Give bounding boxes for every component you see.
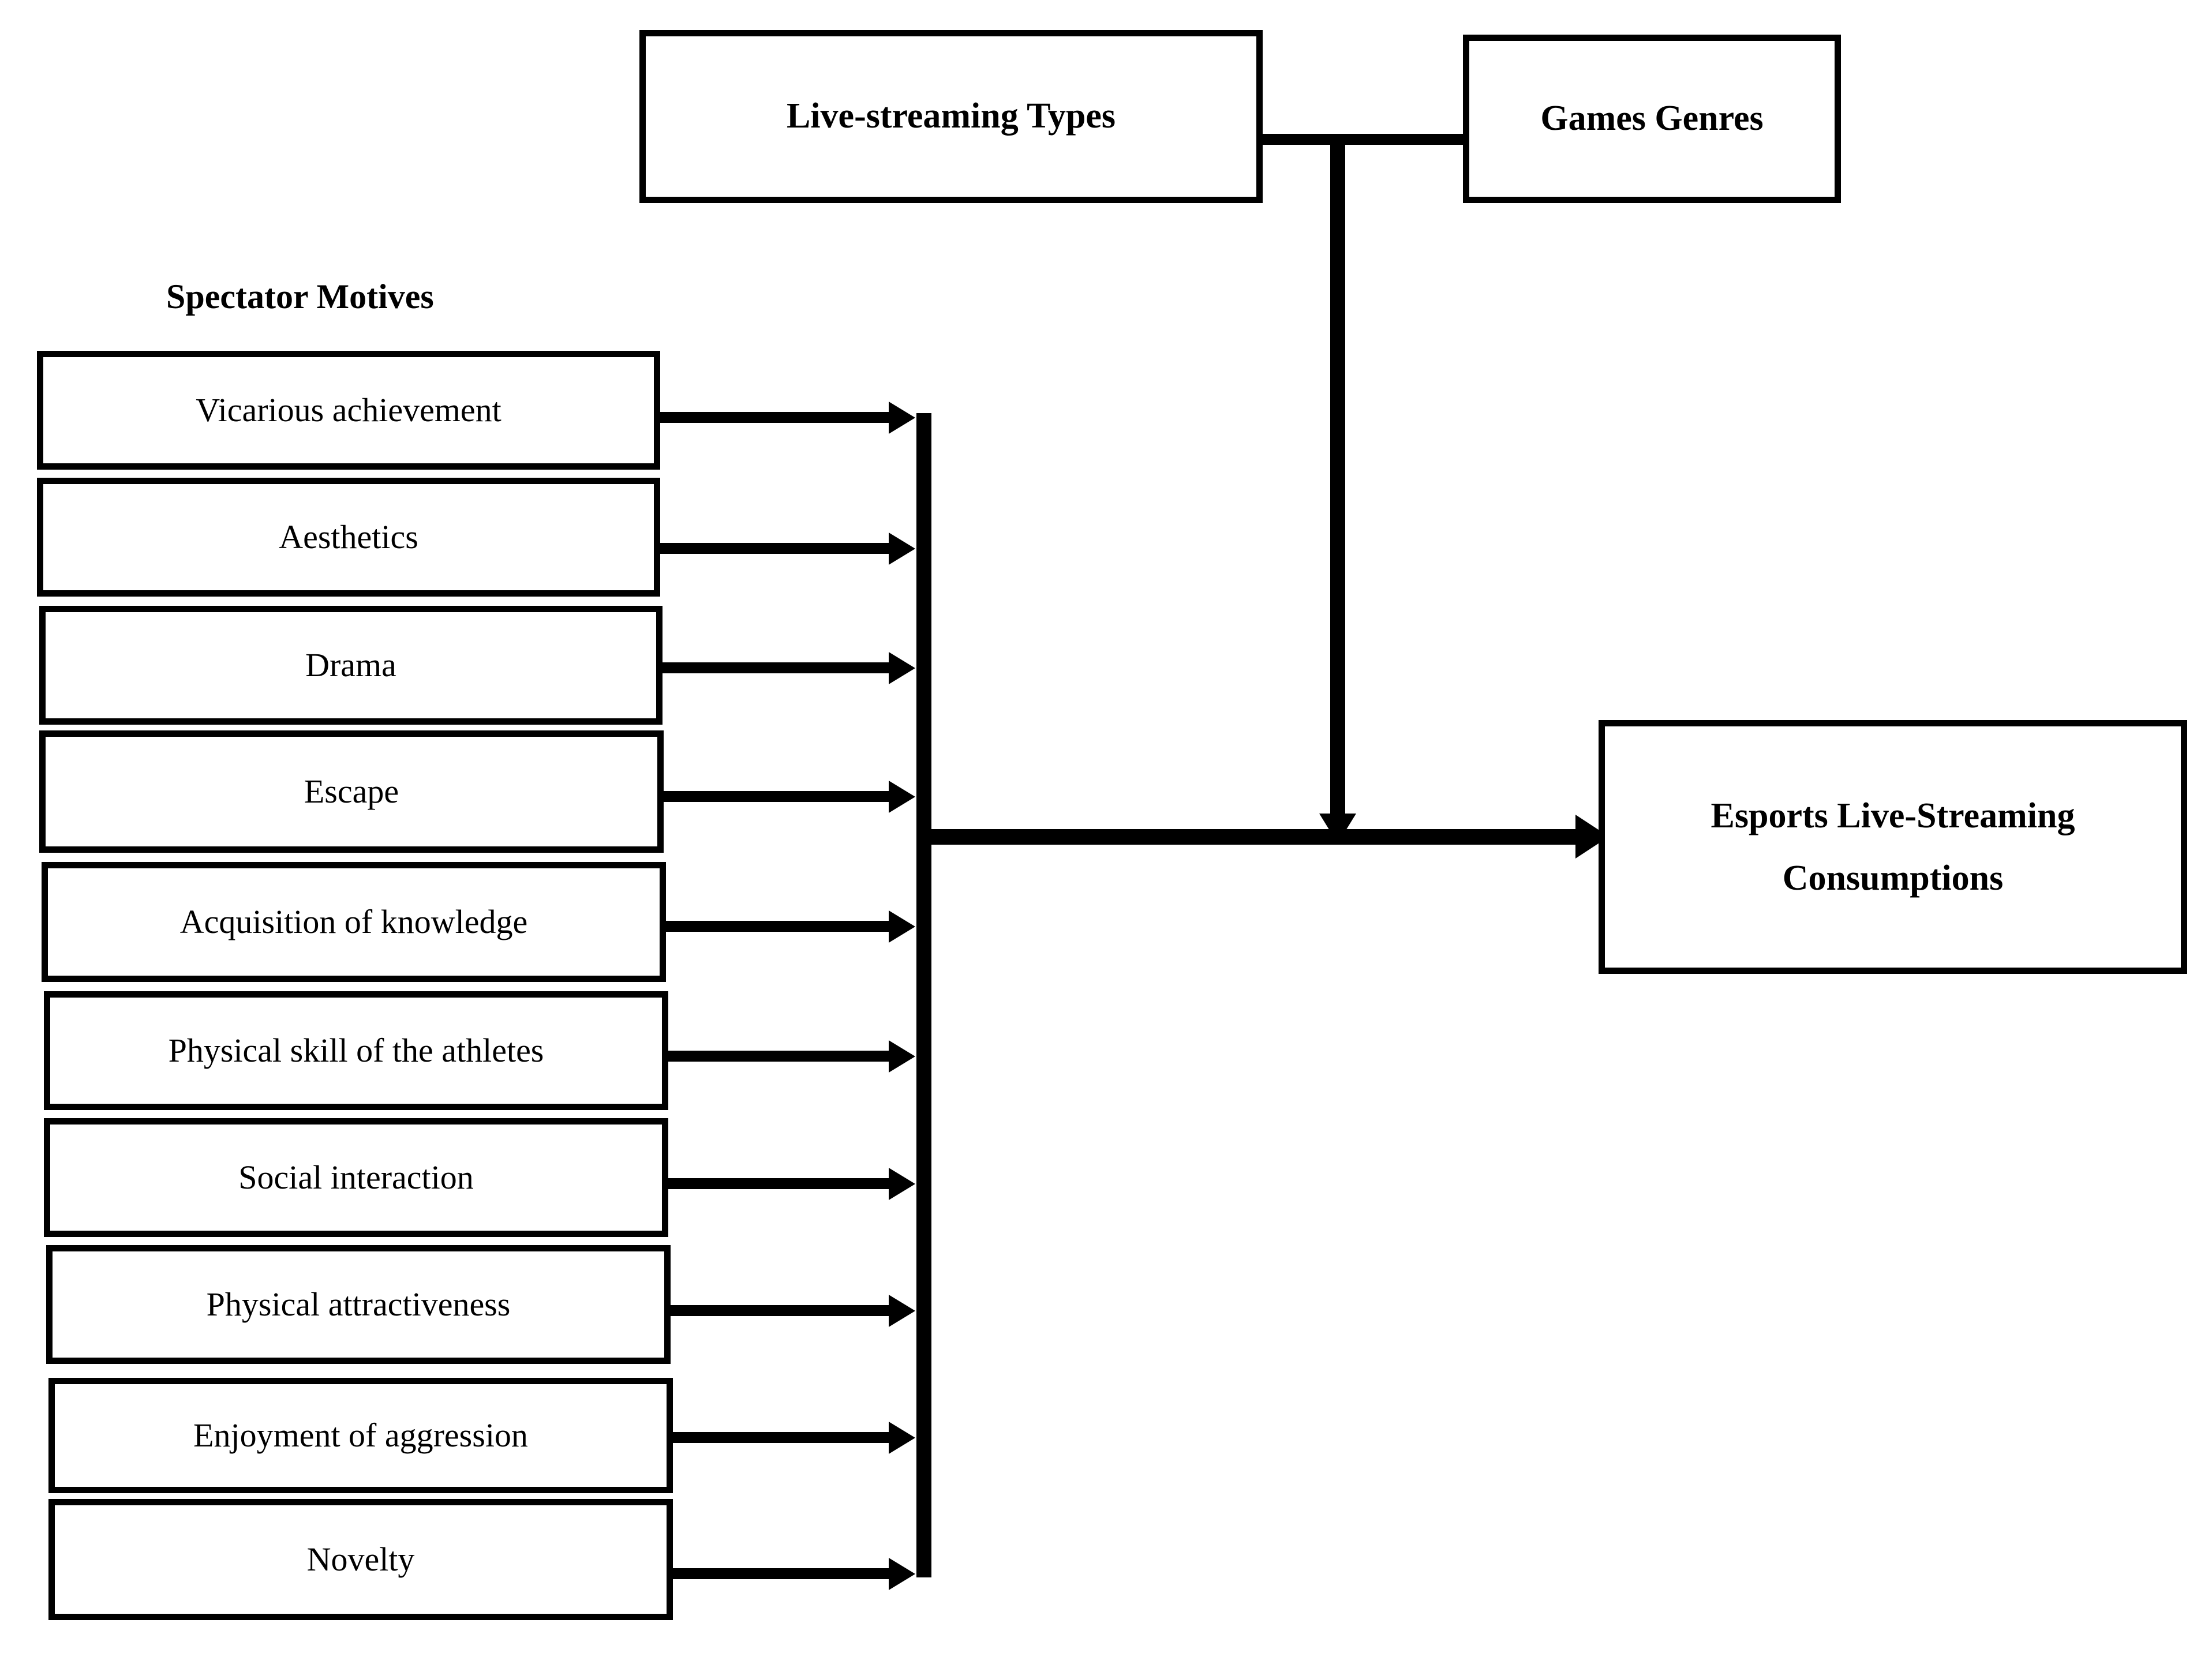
node-novelty-label: Novelty [306, 1540, 415, 1578]
node-social-interaction[interactable]: Social interaction [44, 1118, 668, 1237]
arrow-line-physical-attractiveness [671, 1305, 890, 1316]
spectator-motives-caption: Spectator Motives [166, 278, 434, 316]
node-vicarious-achievement-label: Vicarious achievement [196, 391, 501, 429]
arrow-head-social-interaction-icon [889, 1168, 915, 1200]
arrow-head-drama-icon [889, 652, 915, 684]
arrow-head-enjoyment-of-aggression-icon [889, 1422, 915, 1454]
arrow-line-to-outcome [927, 829, 1578, 845]
arrow-line-aesthetics [660, 543, 890, 554]
node-physical-attractiveness[interactable]: Physical attractiveness [46, 1245, 671, 1364]
diagram-canvas: Live-streaming Types Games Genres Specta… [0, 0, 2212, 1653]
arrow-line-physical-skill-of-the-athletes [668, 1051, 890, 1062]
connector-top-horizontal [1257, 134, 1468, 145]
arrow-line-drama [663, 662, 890, 673]
node-drama-label: Drama [305, 646, 396, 684]
arrow-line-novelty [673, 1568, 890, 1579]
node-esports-live-streaming-consumptions-label: Esports Live-Streaming Consumptions [1605, 785, 2181, 910]
arrow-line-vicarious-achievement [660, 412, 890, 423]
node-enjoyment-of-aggression[interactable]: Enjoyment of aggression [48, 1378, 673, 1493]
arrow-head-aesthetics-icon [889, 533, 915, 565]
arrow-head-acquisition-of-knowledge-icon [889, 910, 915, 943]
node-social-interaction-label: Social interaction [238, 1158, 474, 1196]
arrow-head-physical-attractiveness-icon [889, 1295, 915, 1327]
outcome-line-1: Esports Live-Streaming [1711, 796, 2075, 835]
arrow-line-acquisition-of-knowledge [666, 921, 890, 932]
node-acquisition-of-knowledge[interactable]: Acquisition of knowledge [42, 862, 666, 982]
node-esports-live-streaming-consumptions[interactable]: Esports Live-Streaming Consumptions [1599, 720, 2187, 974]
node-novelty[interactable]: Novelty [48, 1499, 673, 1620]
connector-top-vertical-trunk [1330, 134, 1345, 824]
node-aesthetics-label: Aesthetics [279, 518, 418, 556]
arrow-head-escape-icon [889, 781, 915, 813]
arrow-line-escape [664, 791, 890, 802]
node-games-genres-label: Games Genres [1540, 99, 1764, 138]
node-physical-skill-of-the-athletes-label: Physical skill of the athletes [168, 1031, 544, 1069]
outcome-line-2: Consumptions [1782, 859, 2004, 898]
node-physical-attractiveness-label: Physical attractiveness [206, 1285, 511, 1323]
node-physical-skill-of-the-athletes[interactable]: Physical skill of the athletes [44, 991, 668, 1110]
node-drama[interactable]: Drama [39, 606, 663, 725]
node-enjoyment-of-aggression-label: Enjoyment of aggression [193, 1416, 528, 1454]
node-vicarious-achievement[interactable]: Vicarious achievement [37, 351, 660, 470]
node-escape[interactable]: Escape [39, 730, 664, 853]
node-escape-label: Escape [304, 772, 399, 810]
arrow-line-enjoyment-of-aggression [673, 1432, 890, 1443]
arrow-line-social-interaction [668, 1178, 890, 1189]
node-games-genres[interactable]: Games Genres [1463, 35, 1841, 203]
node-aesthetics[interactable]: Aesthetics [37, 478, 660, 597]
node-acquisition-of-knowledge-label: Acquisition of knowledge [179, 902, 528, 940]
arrow-head-vicarious-achievement-icon [889, 402, 915, 434]
arrow-head-physical-skill-of-the-athletes-icon [889, 1040, 915, 1073]
node-live-streaming-types[interactable]: Live-streaming Types [639, 30, 1263, 203]
arrow-head-novelty-icon [889, 1558, 915, 1590]
node-live-streaming-types-label: Live-streaming Types [786, 96, 1116, 136]
collector-spine [916, 413, 931, 1577]
